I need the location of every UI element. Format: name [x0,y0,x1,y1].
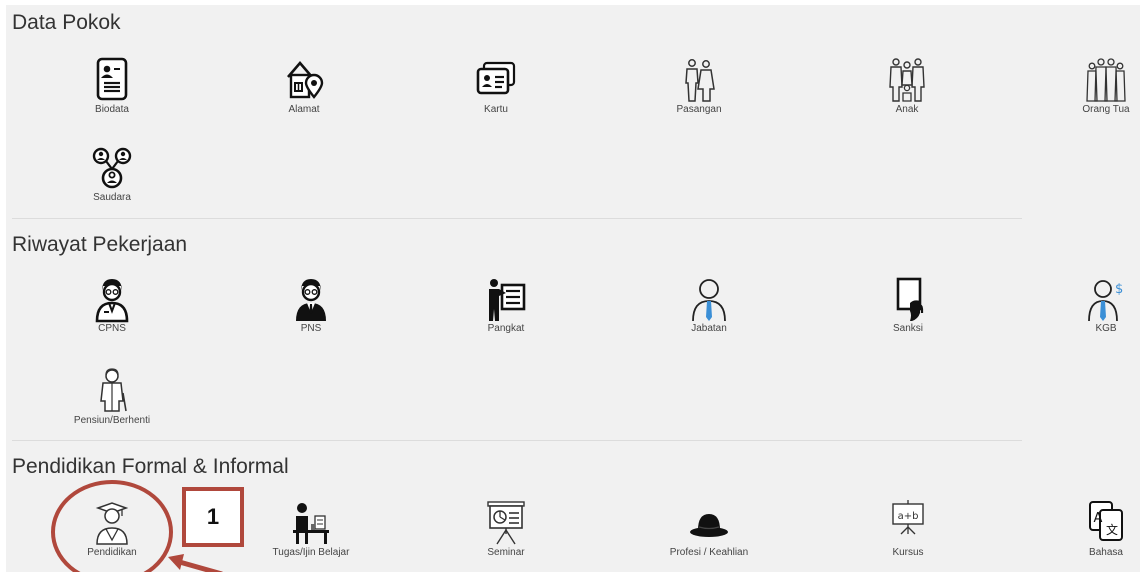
annotation-arrow-head [168,554,184,570]
annotation-arrow-line [175,558,223,572]
annotation-overlay [51,480,223,572]
annotation-highlight-circle [51,480,173,572]
annotation-callout-number: 1 [182,487,244,547]
